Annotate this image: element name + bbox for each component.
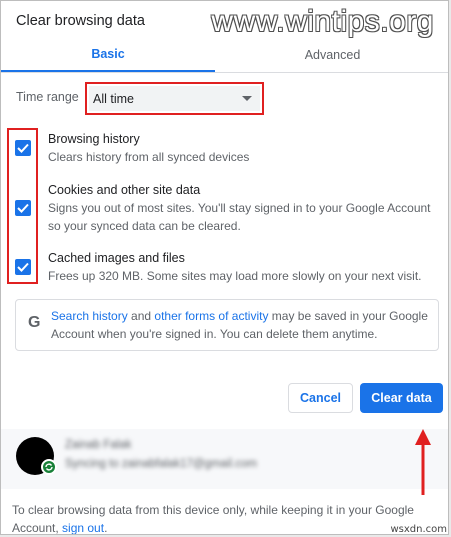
browsing-history-title: Browsing history — [48, 132, 140, 146]
time-range-highlight: All time — [85, 82, 264, 115]
checkmark-icon — [17, 262, 29, 272]
tab-advanced[interactable]: Advanced — [215, 37, 448, 72]
time-range-value: All time — [93, 91, 134, 106]
checkmark-icon — [17, 143, 29, 153]
sync-arrows-icon — [45, 463, 53, 471]
search-history-link[interactable]: Search history — [51, 309, 128, 323]
cached-images-title: Cached images and files — [48, 251, 185, 265]
activity-info-text: Search history and other forms of activi… — [51, 307, 431, 343]
tab-bar: Basic Advanced — [1, 37, 448, 73]
browsing-history-desc: Clears history from all synced devices — [48, 150, 250, 164]
cookies-title: Cookies and other site data — [48, 183, 201, 197]
red-arrow-icon — [415, 429, 431, 495]
sync-icon — [41, 459, 57, 475]
corner-watermark: wsxdn.com — [390, 524, 447, 535]
time-range-label: Time range — [16, 90, 79, 104]
footer-text: To clear browsing data from this device … — [12, 501, 437, 535]
checkmark-icon — [17, 203, 29, 213]
other-activity-link[interactable]: other forms of activity — [154, 309, 268, 323]
info-text-part1: and — [127, 309, 155, 323]
account-name: Zainab Falak — [65, 439, 132, 451]
cached-images-checkbox[interactable] — [15, 259, 31, 275]
clear-data-button[interactable]: Clear data — [360, 383, 443, 413]
footer-text-end: . — [104, 521, 108, 535]
dropdown-caret-icon — [242, 96, 252, 101]
dialog-title: Clear browsing data — [16, 13, 145, 29]
account-email: Syncing to zainabfalak17@gmail.com — [65, 458, 257, 470]
tab-basic[interactable]: Basic — [1, 37, 215, 72]
browsing-history-checkbox[interactable] — [15, 140, 31, 156]
activity-info-box: G Search history and other forms of acti… — [15, 299, 439, 351]
account-section: Zainab Falak Syncing to zainabfalak17@gm… — [1, 429, 448, 489]
google-g-icon: G — [28, 314, 41, 331]
time-range-select[interactable]: All time — [89, 86, 260, 111]
cookies-desc: Signs you out of most sites. You'll stay… — [48, 201, 431, 233]
clear-browsing-data-dialog: Clear browsing data www.wintips.org Basi… — [0, 0, 449, 535]
cancel-button[interactable]: Cancel — [288, 383, 353, 413]
cached-images-desc: Frees up 320 MB. Some sites may load mor… — [48, 269, 422, 283]
watermark-text: www.wintips.org — [211, 5, 434, 38]
cookies-checkbox[interactable] — [15, 200, 31, 216]
sign-out-link[interactable]: sign out — [62, 521, 104, 534]
